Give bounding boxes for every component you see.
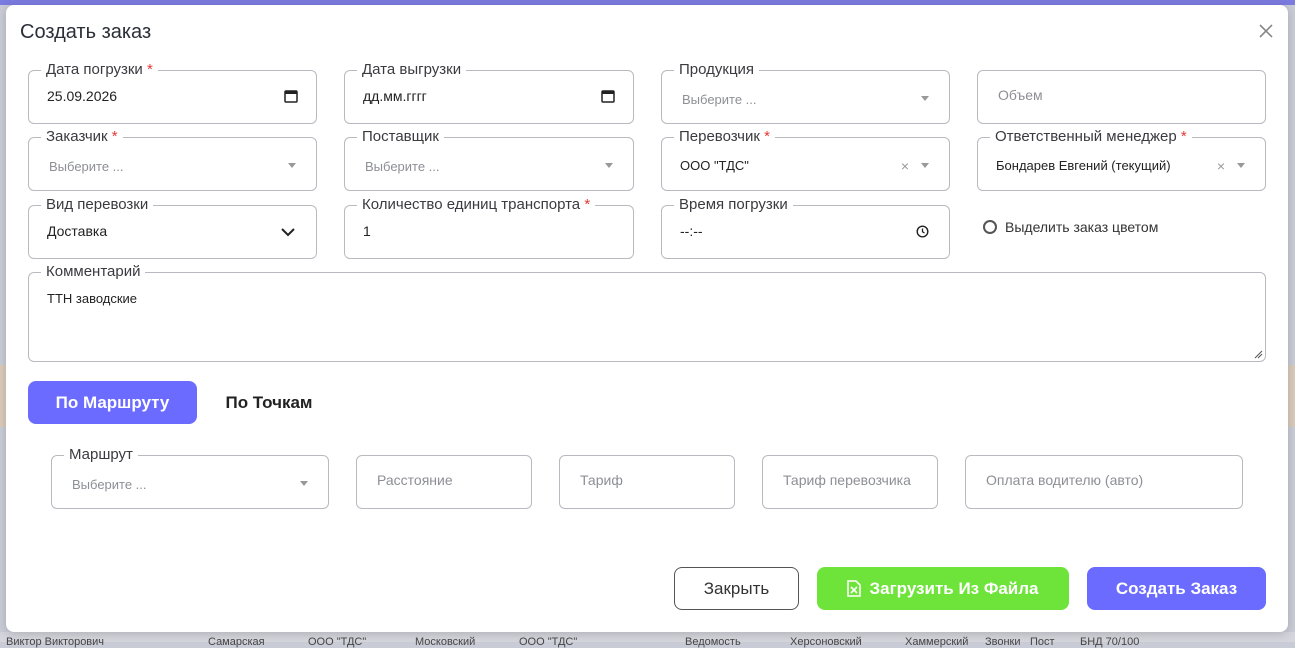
transport-units-value: 1	[363, 223, 371, 239]
chevron-down-icon	[1237, 163, 1245, 168]
tariff-placeholder: Тариф	[580, 472, 623, 488]
driver-payment-placeholder: Оплата водителю (авто)	[986, 472, 1144, 488]
chevron-down-icon	[288, 163, 296, 168]
background-text: ООО "ТДС"	[308, 636, 367, 648]
product-placeholder: Выберите ...	[682, 92, 757, 107]
unload-date-value: дд.мм.гггг	[363, 88, 427, 104]
calendar-icon[interactable]	[284, 89, 298, 103]
route-placeholder: Выберите ...	[72, 477, 147, 492]
clear-icon[interactable]: ×	[901, 158, 909, 174]
background-text: БНД 70/100	[1080, 636, 1140, 648]
close-button[interactable]: Закрыть	[674, 567, 799, 610]
create-order-button[interactable]: Создать Заказ	[1087, 567, 1266, 610]
clear-icon[interactable]: ×	[1217, 158, 1225, 174]
transport-type-label: Вид перевозки	[41, 196, 154, 214]
distance-field[interactable]: Расстояние	[356, 455, 532, 509]
carrier-value: ООО "ТДС"	[680, 158, 749, 173]
required-marker: *	[111, 128, 118, 145]
transport-units-field[interactable]: Количество единиц транспорта * 1	[344, 196, 634, 259]
route-label: Маршрут	[64, 446, 138, 464]
manager-label: Ответственный менеджер	[995, 128, 1177, 145]
transport-type-select[interactable]: Вид перевозки Доставка	[28, 196, 317, 259]
load-time-field[interactable]: Время погрузки --:--	[661, 196, 950, 259]
volume-field[interactable]: Объем	[977, 70, 1266, 124]
unload-date-field[interactable]: Дата выгрузки дд.мм.гггг	[344, 61, 634, 124]
comment-textarea[interactable]: Комментарий ТТН заводские	[28, 263, 1266, 362]
background-text: Хаммерский	[905, 636, 969, 648]
resize-grip-icon[interactable]	[1253, 349, 1263, 359]
chevron-down-icon	[921, 163, 929, 168]
chevron-down-icon	[921, 96, 929, 101]
tab-by-route[interactable]: По Маршруту	[28, 381, 197, 424]
manager-value: Бондарев Евгений (текущий)	[996, 158, 1171, 173]
required-marker: *	[584, 196, 591, 213]
carrier-tariff-placeholder: Тариф перевозчика	[783, 472, 911, 488]
tab-by-points[interactable]: По Точкам	[210, 381, 328, 424]
route-select[interactable]: Маршрут Выберите ...	[51, 446, 329, 509]
product-select[interactable]: Продукция Выберите ...	[661, 61, 950, 124]
background-text: Ведомость	[685, 636, 741, 648]
background-text: Московский	[415, 636, 476, 648]
comment-label: Комментарий	[41, 263, 146, 281]
product-label: Продукция	[674, 61, 760, 79]
required-marker: *	[764, 128, 770, 145]
upload-button-label: Загрузить Из Файла	[869, 578, 1039, 598]
manager-select[interactable]: Ответственный менеджер * Бондарев Евгени…	[977, 128, 1266, 191]
highlight-color-label: Выделить заказ цветом	[1005, 219, 1159, 235]
close-icon[interactable]	[1256, 21, 1276, 41]
background-text: Самарская	[208, 636, 265, 648]
driver-payment-field[interactable]: Оплата водителю (авто)	[965, 455, 1243, 509]
supplier-select[interactable]: Поставщик Выберите ...	[344, 128, 634, 191]
background-text: Пост	[1030, 636, 1055, 648]
customer-placeholder: Выберите ...	[49, 159, 124, 174]
supplier-label: Поставщик	[357, 128, 444, 146]
volume-placeholder: Объем	[998, 87, 1043, 103]
required-marker: *	[146, 61, 153, 78]
load-date-label: Дата погрузки	[46, 61, 143, 78]
upload-from-file-button[interactable]: Загрузить Из Файла	[817, 567, 1069, 610]
carrier-label: Перевозчик	[679, 128, 760, 145]
load-date-value: 25.09.2026	[47, 88, 118, 104]
background-text: ООО "ТДС"	[519, 636, 578, 648]
radio-circle-icon[interactable]	[983, 220, 997, 234]
create-order-modal: Создать заказ Дата погрузки * 25.09.2026…	[6, 5, 1288, 632]
modal-title: Создать заказ	[20, 21, 152, 43]
required-marker: *	[1180, 128, 1187, 145]
supplier-placeholder: Выберите ...	[365, 159, 440, 174]
chevron-down-icon	[281, 228, 295, 237]
carrier-select[interactable]: Перевозчик * ООО "ТДС" ×	[661, 128, 950, 191]
customer-select[interactable]: Заказчик * Выберите ...	[28, 128, 317, 191]
load-time-label: Время погрузки	[674, 196, 793, 214]
highlight-color-toggle[interactable]: Выделить заказ цветом	[983, 219, 1158, 235]
distance-placeholder: Расстояние	[377, 472, 453, 488]
calendar-icon[interactable]	[601, 89, 615, 103]
background-text: Херсоновский	[790, 636, 862, 648]
chevron-down-icon	[300, 481, 308, 486]
clock-icon[interactable]	[916, 225, 929, 238]
unload-date-label: Дата выгрузки	[357, 61, 467, 79]
transport-units-label: Количество единиц транспорта	[362, 196, 581, 213]
load-time-value: --:--	[680, 223, 703, 239]
carrier-tariff-field[interactable]: Тариф перевозчика	[762, 455, 938, 509]
background-text: Виктор Викторович	[6, 636, 105, 648]
load-date-field[interactable]: Дата погрузки * 25.09.2026	[28, 61, 317, 124]
tariff-field[interactable]: Тариф	[559, 455, 735, 509]
transport-type-value: Доставка	[47, 223, 108, 239]
customer-label: Заказчик	[46, 128, 108, 145]
chevron-down-icon	[605, 163, 613, 168]
excel-file-icon	[847, 580, 862, 597]
comment-value: ТТН заводские	[47, 291, 138, 306]
background-text: Звонки	[985, 636, 1021, 648]
